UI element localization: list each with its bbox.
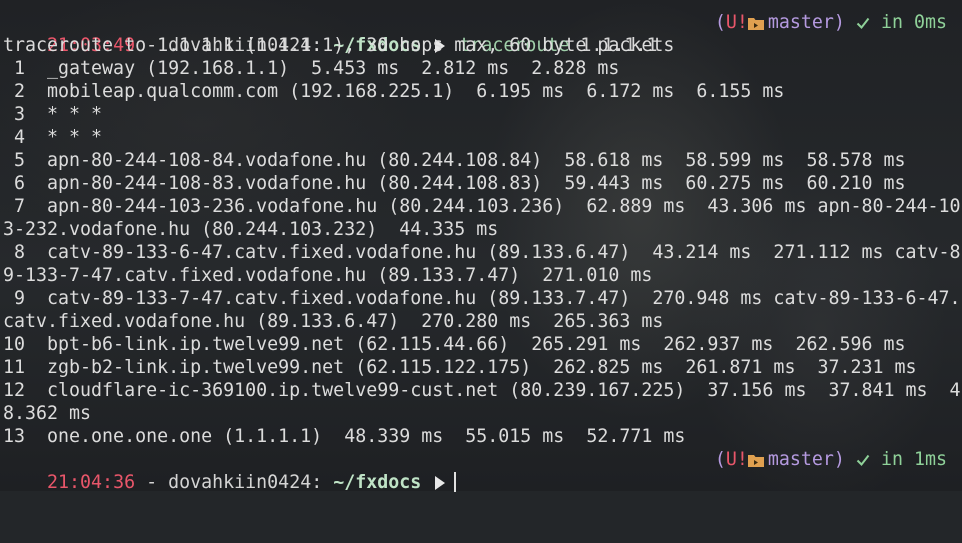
output-line: 10 bpt-b6-link.ip.twelve99.net (62.115.4… [3,334,906,355]
output-line: 4 * * * [3,127,103,148]
prompt-right-status: (U! master) in 0ms [715,11,947,36]
prompt-line-1: 21:03:49 - dovahkiin0424: ~/fxdocs trace… [3,11,959,56]
prompt-path: ~/fxdocs [333,472,422,493]
git-folder-icon [747,450,764,473]
git-close-paren: ) [833,449,845,470]
prompt-separator: - [135,472,169,493]
output-line: 9-133-7-47.catv.fixed.vodafone.hu (89.13… [3,265,653,286]
git-open-paren: ( [714,12,726,33]
check-icon [856,13,870,36]
output-line: 3-232.vodafone.hu (80.244.103.232) 44.33… [3,219,499,240]
git-branch: master [767,12,834,33]
text-cursor[interactable] [454,472,457,492]
output-line: 8.362 ms [3,403,92,424]
prompt-time: 21:04:36 [47,472,136,493]
output-line: 3 * * * [3,104,103,125]
git-open-paren: ( [714,449,726,470]
git-folder-icon [747,13,764,36]
terminal[interactable]: 21:03:49 - dovahkiin0424: ~/fxdocs trace… [3,11,961,493]
output-line: 6 apn-80-244-108-83.vodafone.hu (80.244.… [3,173,906,194]
git-close-paren: ) [833,12,845,33]
prompt-line-2[interactable]: 21:04:36 - dovahkiin0424: ~/fxdocs (U! ma… [3,448,959,493]
output-line: 13 one.one.one.one (1.1.1.1) 48.339 ms 5… [3,426,686,447]
output-line: 11 zgb-b2-link.ip.twelve99.net (62.115.1… [3,357,917,378]
command-duration: in 1ms [880,449,947,470]
output-line: 2 mobileap.qualcomm.com (192.168.225.1) … [3,81,785,102]
output-line: catv.fixed.vodafone.hu (89.133.6.47) 270… [3,311,664,332]
output-line: 7 apn-80-244-103-236.vodafone.hu (80.244… [3,196,961,217]
git-status: U! [725,12,748,33]
command-duration: in 0ms [880,12,947,33]
prompt-user: dovahkiin0424: [168,472,323,493]
check-icon [856,450,870,473]
git-branch: master [767,449,834,470]
output-line: 12 cloudflare-ic-369100.ip.twelve99-cust… [3,380,961,401]
prompt-right-status: (U! master) in 1ms [715,448,947,473]
prompt-arrow-icon [434,474,446,497]
output-line: 9 catv-89-133-7-47.catv.fixed.vodafone.h… [3,288,961,309]
git-status: U! [725,449,748,470]
output-header: traceroute to 1.1.1.1 (1.1.1.1), 30 hops… [3,35,675,56]
output-line: 8 catv-89-133-6-47.catv.fixed.vodafone.h… [3,242,961,263]
output-line: 5 apn-80-244-108-84.vodafone.hu (80.244.… [3,150,906,171]
output-line: 1 _gateway (192.168.1.1) 5.453 ms 2.812 … [3,58,620,79]
